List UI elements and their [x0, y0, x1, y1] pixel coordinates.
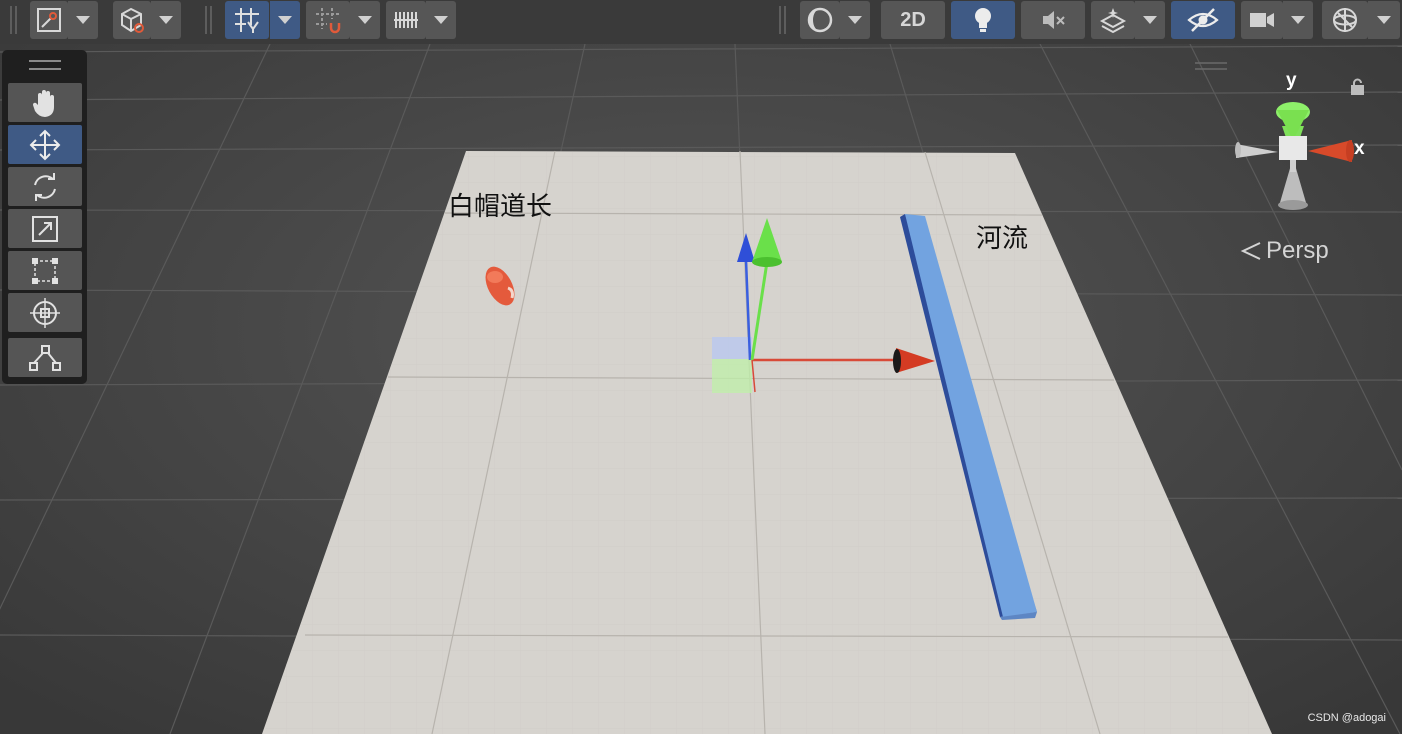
transform-icon — [30, 297, 60, 328]
palette-drag-handle[interactable] — [29, 60, 61, 70]
projection-label: Persp — [1266, 237, 1329, 264]
custom-tool-button[interactable] — [8, 338, 82, 377]
move-tool-button[interactable] — [8, 125, 82, 164]
audio-toggle-button[interactable] — [1021, 1, 1085, 39]
effects-toggle-button[interactable] — [1091, 1, 1135, 39]
watermark-text: CSDN @adogai — [1307, 712, 1386, 724]
gizmos-dropdown[interactable] — [1368, 1, 1400, 39]
scale-tool-button[interactable] — [8, 209, 82, 248]
rect-transform-icon — [32, 257, 58, 284]
gizmo-tool-dropdown[interactable] — [68, 1, 98, 39]
custom-editor-tool-icon — [29, 344, 61, 371]
move-arrows-icon — [29, 129, 61, 160]
gizmo-globe-icon — [1333, 8, 1357, 32]
draw-mode-button[interactable] — [800, 1, 840, 39]
rotate-tool-button[interactable] — [8, 167, 82, 206]
chevron-down-icon — [1291, 16, 1305, 24]
toggle-2d-button[interactable]: 2D — [881, 1, 945, 39]
scene-viewport[interactable] — [0, 0, 1402, 734]
transform-tool-button[interactable] — [8, 293, 82, 332]
rect-tool-button[interactable] — [8, 251, 82, 290]
light-bulb-icon — [975, 8, 991, 32]
character-label: 白帽道长 — [448, 192, 553, 222]
chevron-down-icon — [358, 16, 372, 24]
toggle-2d-label: 2D — [900, 8, 926, 31]
grid-snapping-dropdown[interactable] — [270, 1, 300, 39]
toolbar-separator — [779, 6, 786, 34]
shaded-sphere-icon — [807, 7, 833, 33]
layers-fx-icon — [1099, 8, 1127, 34]
rotate-icon — [34, 172, 56, 201]
toolbar-separator — [205, 6, 212, 34]
ruler-icon — [394, 12, 418, 28]
toolbar-separator — [10, 6, 17, 34]
lighting-toggle-button[interactable] — [951, 1, 1015, 39]
chevron-down-icon — [76, 16, 90, 24]
scene-toolbar: 2D — [0, 0, 1402, 44]
chevron-down-icon — [848, 16, 862, 24]
tool-palette — [2, 50, 87, 384]
snap-magnet-icon — [316, 8, 341, 34]
grid-snapping-button[interactable] — [225, 1, 269, 39]
river-label: 河流 — [976, 224, 1029, 254]
cube-icon — [121, 7, 144, 33]
snap-increment-button[interactable] — [306, 1, 350, 39]
chevron-down-icon — [1377, 16, 1391, 24]
eye-hidden-icon — [1187, 8, 1219, 32]
projection-toggle[interactable]: Persp — [1240, 237, 1329, 265]
snap-increment-dropdown[interactable] — [350, 1, 380, 39]
chevron-down-icon — [1143, 16, 1157, 24]
chevron-down-icon — [159, 16, 173, 24]
effects-dropdown[interactable] — [1135, 1, 1165, 39]
ruler-grid-button[interactable] — [386, 1, 426, 39]
object-shading-dropdown[interactable] — [151, 1, 181, 39]
scene-visibility-button[interactable] — [1171, 1, 1235, 39]
hand-icon — [32, 89, 54, 117]
tool-handle-icon — [37, 8, 61, 32]
chevron-left-icon — [1240, 242, 1261, 260]
audio-mute-icon — [1043, 11, 1065, 29]
chevron-down-icon — [434, 16, 448, 24]
ruler-grid-dropdown[interactable] — [426, 1, 456, 39]
scale-icon — [32, 215, 58, 242]
hand-tool-button[interactable] — [8, 83, 82, 122]
axis-y-label: y — [1286, 70, 1297, 91]
axis-x-label: x — [1354, 138, 1365, 159]
draw-mode-dropdown[interactable] — [840, 1, 870, 39]
gizmo-tool-button[interactable] — [30, 1, 68, 39]
camera-settings-button[interactable] — [1241, 1, 1283, 39]
grid-snap-icon — [235, 8, 259, 33]
camera-settings-dropdown[interactable] — [1283, 1, 1313, 39]
chevron-down-icon — [278, 16, 292, 24]
camera-icon — [1250, 13, 1274, 27]
gizmos-button[interactable] — [1322, 1, 1368, 39]
object-shading-button[interactable] — [113, 1, 151, 39]
